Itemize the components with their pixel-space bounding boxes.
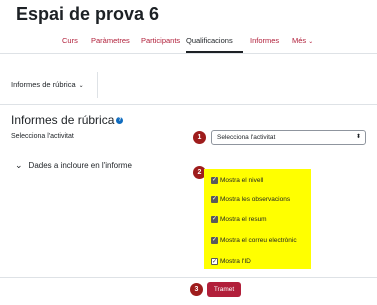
help-icon[interactable]: ? [116,117,124,125]
activity-select-value: Selecciona l'activitat [217,134,276,141]
section-label: Dades a incloure en l'informe [28,161,132,170]
checkbox-checked-icon[interactable]: ✓ [211,257,218,265]
tab-mes[interactable]: Més ⌄ [292,33,313,53]
section-toggle[interactable]: ⌄ Dades a incloure en l'informe [15,160,132,171]
report-type-label: Informes de rúbrica [11,80,76,89]
page-title: Informes de rúbrica? [11,113,124,127]
tab-informes[interactable]: Informes [250,33,279,53]
checkbox-show-summary[interactable]: ✓ Mostra el resum [211,215,267,224]
vertical-divider [97,72,98,98]
checkbox-show-email[interactable]: ✓ Mostra el correu electrònic [211,236,297,245]
select-arrows-icon: ⬍ [355,134,361,140]
page-title-text: Informes de rúbrica [11,113,115,127]
checkbox-show-observations[interactable]: ✓ Mostra les observacions [211,195,290,204]
tab-mes-label: Més [292,36,307,45]
course-title: Espai de prova 6 [16,4,160,24]
chevron-down-icon: ⌄ [15,160,23,170]
header-divider [0,104,377,105]
tab-participants[interactable]: Participants [141,33,180,53]
checkbox-show-id[interactable]: ✓ Mostra l'ID [211,257,251,266]
tab-qualificacions[interactable]: Qualificacions [186,33,243,53]
checkbox-label: Mostra l'ID [220,258,251,265]
chevron-down-icon: ⌄ [308,39,314,45]
checkbox-checked-icon[interactable]: ✓ [211,236,218,244]
checkbox-label: Mostra el correu electrònic [220,237,297,244]
marker-1: 1 [193,131,206,144]
checkbox-checked-icon[interactable]: ✓ [211,215,218,223]
checkbox-label: Mostra les observacions [220,196,291,203]
marker-3: 3 [190,283,203,296]
checkbox-checked-icon[interactable]: ✓ [211,176,218,184]
footer-divider [0,277,377,278]
checkbox-show-level[interactable]: ✓ Mostra el nivell [211,176,263,185]
submit-button[interactable]: Tramet [207,282,241,297]
activity-select[interactable]: Selecciona l'activitat ⬍ [211,130,366,145]
report-type-dropdown[interactable]: Informes de rúbrica ⌄ [11,80,84,89]
chevron-down-icon: ⌄ [78,83,84,89]
tab-curs[interactable]: Curs [62,33,78,53]
checkbox-label: Mostra el nivell [220,177,264,184]
course-nav: Curs Paràmetres Participants Qualificaci… [0,33,377,53]
checkbox-checked-icon[interactable]: ✓ [211,195,218,203]
checkbox-label: Mostra el resum [220,216,267,223]
nav-divider [0,53,377,54]
tab-parametres[interactable]: Paràmetres [91,33,130,53]
activity-label: Selecciona l'activitat [11,133,74,140]
